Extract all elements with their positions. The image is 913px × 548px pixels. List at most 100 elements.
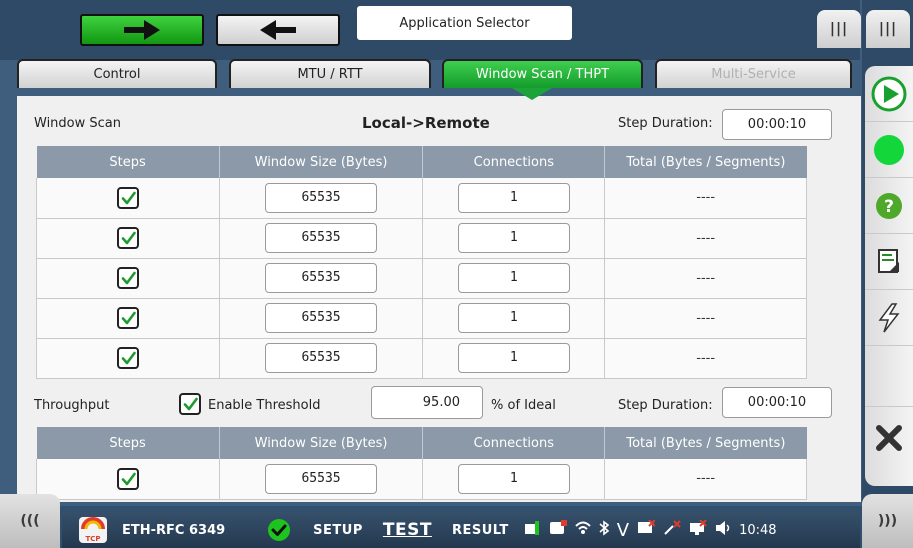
report-button[interactable] — [865, 234, 913, 290]
left-nav-button[interactable]: ((( — [0, 494, 60, 548]
window-size-field[interactable]: 65535 — [265, 182, 378, 213]
step-cell — [36, 298, 220, 339]
total-cell: ---- — [604, 178, 807, 219]
status-v: V — [616, 519, 630, 541]
test-logo[interactable]: TCP — [78, 516, 108, 544]
connections-field[interactable]: 1 — [457, 223, 570, 253]
tab-control[interactable]: Control — [17, 59, 217, 88]
connections-cell: 1 — [422, 218, 606, 259]
close-icon — [876, 424, 902, 451]
column-header-connections: Connections — [422, 146, 606, 178]
connections-cell: 1 — [422, 338, 606, 379]
step-checkbox[interactable] — [116, 467, 139, 490]
window-scan-label: Window Scan — [34, 116, 121, 131]
window-step-duration-field[interactable]: 00:00:10 — [722, 109, 832, 140]
panel-tab-2[interactable]: ||| — [866, 10, 910, 48]
application-selector[interactable]: Application Selector — [357, 6, 572, 40]
lightning-icon — [878, 302, 900, 332]
volume-icon[interactable] — [715, 520, 733, 540]
status-bar: TCP ETH-RFC 6349 SETUP TEST RESULT V 10:… — [62, 512, 860, 548]
threshold-unit-label: % of Ideal — [491, 398, 556, 413]
table-row: 65535 1 ---- — [36, 298, 807, 339]
column-header-steps: Steps — [36, 146, 220, 178]
window-step-duration-label: Step Duration: — [618, 116, 713, 131]
tab-mtu-rtt[interactable]: MTU / RTT — [229, 59, 431, 88]
connections-cell: 1 — [422, 298, 606, 339]
check-circle-icon — [268, 519, 291, 541]
connections-field[interactable]: 1 — [457, 303, 570, 333]
total-cell: ---- — [604, 218, 807, 259]
tab-window-scan-thpt[interactable]: Window Scan / THPT — [442, 59, 643, 88]
window-size-field[interactable]: 65535 — [265, 263, 378, 293]
display-icon — [689, 519, 707, 540]
test-name: ETH-RFC 6349 — [122, 522, 226, 538]
enable-threshold-checkbox[interactable] — [179, 393, 201, 415]
main-panel: Window Scan Local->Remote Step Duration:… — [17, 96, 861, 502]
enable-threshold-label: Enable Threshold — [208, 398, 321, 413]
window-size-cell: 65535 — [219, 258, 424, 299]
checkmark-icon — [121, 311, 136, 325]
active-tab-pointer — [512, 88, 552, 100]
connections-field[interactable]: 1 — [457, 263, 570, 293]
window-size-field[interactable]: 65535 — [265, 303, 378, 333]
right-toolbar: ? — [865, 66, 913, 486]
checkmark-icon — [121, 271, 136, 285]
forward-button[interactable] — [80, 14, 204, 46]
threshold-field[interactable]: 95.00 — [371, 386, 483, 419]
window-size-cell: 65535 — [219, 218, 424, 259]
checkmark-icon — [121, 191, 136, 205]
power-icon — [523, 519, 541, 541]
table-row: 65535 1 ---- — [36, 218, 807, 259]
window-size-field[interactable]: 65535 — [265, 463, 378, 494]
step-cell — [36, 218, 220, 259]
back-button[interactable] — [216, 14, 340, 46]
wifi-icon — [575, 521, 591, 539]
throughput-step-duration-label: Step Duration: — [618, 398, 713, 413]
window-size-cell: 65535 — [219, 298, 424, 339]
close-button[interactable] — [865, 406, 913, 468]
mode-test[interactable]: TEST — [383, 520, 432, 540]
network-icon — [663, 520, 681, 540]
throughput-label: Throughput — [34, 398, 110, 413]
tab-multi-service[interactable]: Multi-Service — [655, 59, 852, 88]
status-indicator — [865, 122, 913, 178]
test-status-ok — [267, 518, 291, 542]
throughput-step-duration-field[interactable]: 00:00:10 — [722, 387, 832, 418]
table-row: 65535 1 ---- — [36, 258, 807, 299]
help-icon: ? — [876, 192, 902, 219]
step-checkbox[interactable] — [116, 267, 139, 289]
window-size-field[interactable]: 65535 — [265, 223, 378, 253]
port-icon — [549, 520, 567, 540]
connections-field[interactable]: 1 — [457, 182, 570, 213]
step-checkbox[interactable] — [116, 307, 139, 329]
total-cell: ---- — [604, 258, 807, 299]
step-cell — [36, 338, 220, 379]
right-nav-button[interactable]: ))) — [862, 494, 913, 548]
window-size-field[interactable]: 65535 — [265, 343, 378, 373]
play-icon — [871, 76, 907, 111]
checkmark-icon — [121, 231, 136, 245]
total-value: ---- — [696, 310, 716, 326]
start-test-button[interactable] — [865, 66, 913, 122]
window-size-cell: 65535 — [219, 178, 424, 219]
column-header-total: Total (Bytes / Segments) — [604, 146, 807, 178]
connections-field[interactable]: 1 — [457, 463, 570, 494]
total-cell: ---- — [604, 459, 807, 500]
step-checkbox[interactable] — [116, 227, 139, 249]
mode-setup[interactable]: SETUP — [313, 523, 363, 538]
total-value: ---- — [696, 270, 716, 286]
inject-error-button[interactable] — [865, 290, 913, 346]
checkmark-icon — [121, 472, 136, 486]
panel-tab-1[interactable]: ||| — [817, 10, 861, 48]
step-checkbox[interactable] — [116, 186, 139, 209]
window-size-cell: 65535 — [219, 459, 424, 500]
help-button[interactable]: ? — [865, 178, 913, 234]
connections-field[interactable]: 1 — [457, 343, 570, 373]
svg-text:?: ? — [884, 197, 894, 217]
mode-result[interactable]: RESULT — [452, 523, 509, 538]
step-checkbox[interactable] — [116, 347, 139, 369]
table-row: 65535 1 ---- — [36, 338, 807, 379]
step-cell — [36, 258, 220, 299]
total-cell: ---- — [604, 298, 807, 339]
